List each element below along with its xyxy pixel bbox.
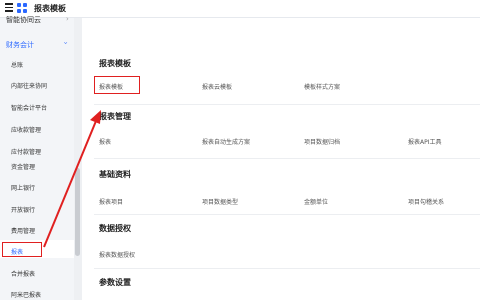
divider	[94, 158, 480, 159]
main-panel: 报表模板 报表模板 报表云模板 模板样式方案 报表管理 报表 报表自动生成方案 …	[82, 18, 480, 300]
divider	[94, 268, 480, 269]
sidebar-item-online-bank[interactable]: 网上银行	[11, 183, 35, 192]
divider	[94, 104, 480, 105]
page-title: 报表模板	[34, 4, 66, 13]
highlight-box-report-template	[94, 76, 140, 94]
sidebar-item-consolidated-reports[interactable]: 合并报表	[11, 269, 35, 278]
sidebar-item-receivables[interactable]: 应收款管理	[11, 125, 41, 134]
sidebar-item-smart-accounting[interactable]: 智能会计平台	[11, 103, 47, 112]
link-template-style-scheme[interactable]: 模板样式方案	[304, 82, 340, 91]
link-report-items[interactable]: 报表项目	[99, 197, 123, 206]
link-amount-units[interactable]: 金额单位	[304, 197, 328, 206]
section-title-parameter-settings: 参数设置	[99, 278, 131, 287]
link-project-data-types[interactable]: 项目数据类型	[202, 197, 238, 206]
menu-icon[interactable]	[5, 3, 13, 12]
top-bar: 报表模板	[0, 0, 480, 18]
chevron-right-icon: ›	[66, 15, 69, 23]
section-title-basic-data: 基础资料	[99, 170, 131, 179]
section-title-data-authorization: 数据授权	[99, 224, 131, 233]
sidebar-item-internal-transactions[interactable]: 内部往来协同	[11, 81, 47, 90]
sidebar-scrollbar-track[interactable]	[74, 18, 82, 300]
section-title-report-templates: 报表模板	[99, 59, 131, 68]
sidebar-item-payables[interactable]: 应付款管理	[11, 147, 41, 156]
link-project-reconciliation[interactable]: 项目勾稽关系	[408, 197, 444, 206]
link-report-auto-generation[interactable]: 报表自动生成方案	[202, 137, 250, 146]
link-reports[interactable]: 报表	[99, 137, 111, 146]
link-report-data-authorization[interactable]: 报表数据授权	[99, 250, 135, 259]
divider	[94, 214, 480, 215]
highlight-box-reports	[2, 242, 42, 257]
apps-grid-icon[interactable]	[17, 3, 27, 13]
link-report-api-tool[interactable]: 报表API工具	[408, 137, 442, 146]
sidebar-item-funds[interactable]: 资金管理	[11, 162, 35, 171]
sidebar-item-general-ledger[interactable]: 总账	[11, 60, 23, 69]
chevron-down-icon[interactable]: ›	[61, 42, 69, 45]
sidebar-item-collab-cloud[interactable]: 智能协同云	[6, 15, 41, 25]
sidebar-item-amoeba-reports[interactable]: 阿米巴报表	[11, 290, 41, 299]
sidebar-scrollbar-thumb[interactable]	[75, 168, 80, 256]
link-report-cloud-template[interactable]: 报表云模板	[202, 82, 232, 91]
sidebar: 智能协同云 › 财务会计 › 总账 内部往来协同 智能会计平台 应收款管理 应付…	[0, 15, 82, 300]
sidebar-item-expenses[interactable]: 费用管理	[11, 226, 35, 235]
sidebar-item-open-bank[interactable]: 开放银行	[11, 205, 35, 214]
sidebar-group-finance[interactable]: 财务会计	[6, 40, 34, 50]
link-project-data-archive[interactable]: 项目数据归档	[304, 137, 340, 146]
section-title-report-management: 报表管理	[99, 112, 131, 121]
